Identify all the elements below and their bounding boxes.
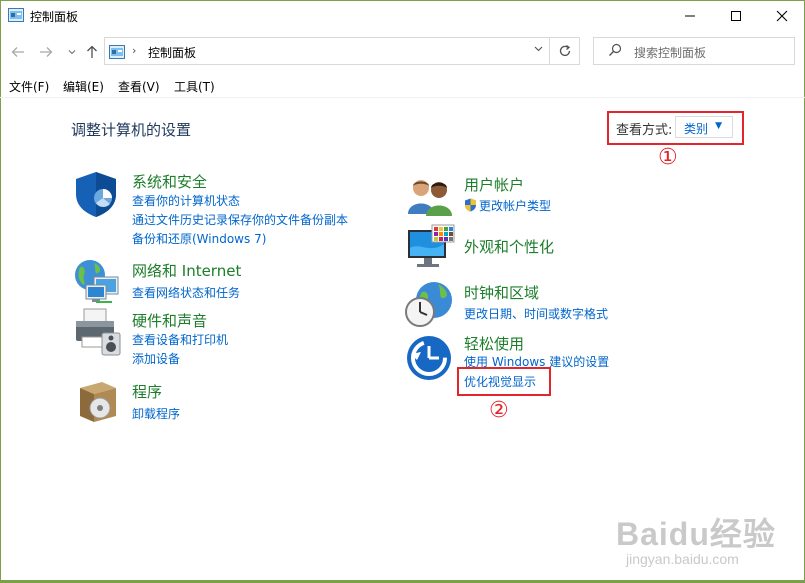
link-devices-printers[interactable]: 查看设备和打印机 [132, 331, 228, 348]
category-user-accounts[interactable]: 用户帐户 [464, 174, 524, 195]
control-panel-icon [109, 45, 125, 59]
category-network-internet[interactable]: 网络和 Internet [132, 260, 241, 281]
title-bar: 控制面板 [0, 1, 805, 31]
maximize-button[interactable] [713, 1, 759, 31]
link-change-date-time-format[interactable]: 更改日期、时间或数字格式 [464, 305, 608, 322]
menu-tools[interactable]: 工具(T) [174, 78, 215, 95]
arrow-right-icon [40, 47, 53, 57]
arrow-up-icon [87, 45, 97, 58]
link-change-account-type[interactable]: 更改帐户类型 [464, 197, 551, 214]
category-appearance-personalization[interactable]: 外观和个性化 [464, 236, 554, 257]
menu-edit[interactable]: 编辑(E) [63, 78, 104, 95]
clock-globe-icon [405, 282, 452, 327]
link-uninstall-program[interactable]: 卸载程序 [132, 405, 180, 422]
link-backup-restore[interactable]: 备份和还原(Windows 7) [132, 230, 266, 247]
appearance-monitor-icon [408, 224, 455, 267]
navigation-bar: › 控制面板 搜索控制面板 [0, 36, 805, 68]
arrow-left-icon [11, 47, 24, 57]
baidu-watermark: Baidu经验 jingyan.baidu.com [600, 505, 800, 575]
link-add-device[interactable]: 添加设备 [132, 350, 180, 367]
search-input[interactable]: 搜索控制面板 [593, 37, 795, 65]
page-title: 调整计算机的设置 [71, 121, 192, 139]
search-icon [608, 43, 622, 61]
programs-disc-icon [80, 382, 116, 422]
recent-locations-button[interactable] [62, 42, 82, 62]
uac-shield-icon [465, 198, 476, 212]
search-placeholder: 搜索控制面板 [634, 46, 707, 60]
maximize-icon [731, 11, 741, 21]
breadcrumb-separator[interactable]: › [132, 44, 136, 57]
refresh-button[interactable] [550, 37, 580, 65]
watermark-url: jingyan.baidu.com [626, 551, 739, 567]
chevron-down-icon [68, 50, 76, 55]
window-title: 控制面板 [30, 10, 79, 24]
annotation-marker-1: ① [658, 145, 678, 170]
breadcrumb-control-panel[interactable]: 控制面板 [148, 44, 196, 61]
close-button[interactable] [759, 1, 805, 31]
chevron-down-icon [534, 46, 543, 52]
refresh-icon [559, 44, 570, 57]
category-system-security[interactable]: 系统和安全 [132, 171, 207, 192]
menu-bar: 文件(F) 编辑(E) 查看(V) 工具(T) [0, 78, 805, 97]
ease-of-access-icon [407, 336, 451, 380]
highlight-box-visual-display [457, 367, 551, 396]
minimize-button[interactable] [667, 1, 713, 31]
minimize-icon [685, 15, 695, 17]
highlight-box-view-by [607, 111, 744, 145]
address-dropdown-button[interactable] [534, 44, 543, 55]
link-change-account-type-label: 更改帐户类型 [479, 199, 552, 213]
link-network-status[interactable]: 查看网络状态和任务 [132, 284, 240, 301]
category-ease-of-access[interactable]: 轻松使用 [464, 333, 524, 354]
security-shield-icon [76, 172, 116, 217]
close-icon [776, 10, 788, 22]
back-button[interactable] [8, 42, 28, 62]
network-globe-icon [75, 260, 119, 303]
menu-file[interactable]: 文件(F) [9, 78, 49, 95]
menu-view[interactable]: 查看(V) [118, 78, 160, 95]
forward-button[interactable] [36, 42, 56, 62]
link-view-computer-status[interactable]: 查看你的计算机状态 [132, 192, 240, 209]
category-clock-region[interactable]: 时钟和区域 [464, 282, 539, 303]
printer-hardware-icon [76, 308, 121, 356]
category-hardware-sound[interactable]: 硬件和声音 [132, 310, 207, 331]
up-button[interactable] [82, 42, 102, 62]
menu-divider [0, 97, 805, 98]
address-bar[interactable]: › 控制面板 [104, 37, 550, 65]
annotation-marker-2: ② [489, 398, 509, 423]
link-file-history-backup[interactable]: 通过文件历史记录保存你的文件备份副本 [132, 211, 348, 228]
user-accounts-icon [408, 180, 452, 216]
category-programs[interactable]: 程序 [132, 381, 162, 402]
control-panel-icon [8, 8, 24, 22]
watermark-logo: Baidu经验 [616, 516, 776, 552]
